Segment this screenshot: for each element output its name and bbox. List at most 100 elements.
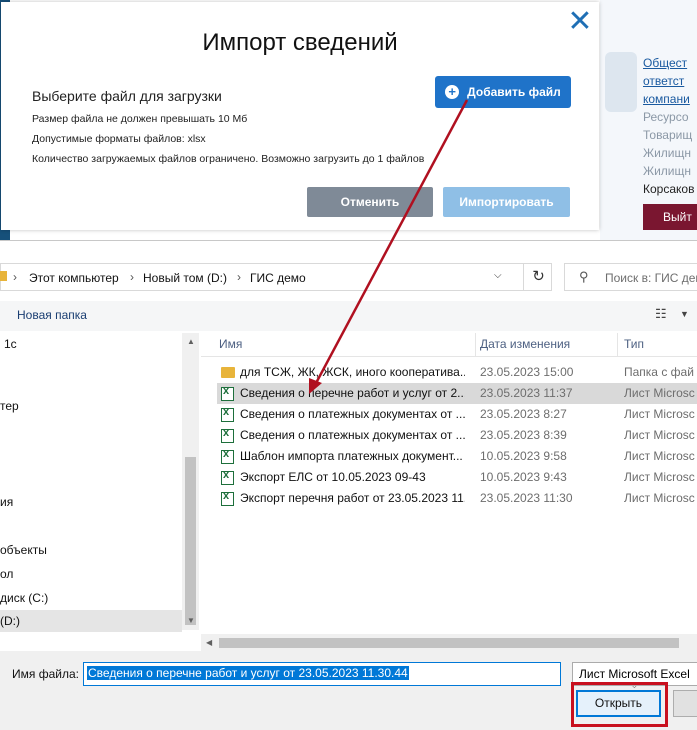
add-file-label: Добавить файл	[467, 85, 561, 99]
add-file-button[interactable]: + Добавить файл	[435, 76, 571, 108]
column-divider[interactable]	[475, 333, 476, 357]
background-text: Жилищн	[643, 164, 691, 178]
file-list-header: Имя Дата изменения Тип	[201, 333, 697, 357]
background-logout-button[interactable]: Выйт	[643, 204, 697, 230]
file-name: Сведения о перечне работ и услуг от 2...	[240, 386, 465, 400]
dialog-cancel-button[interactable]	[673, 690, 697, 717]
refresh-icon[interactable]: ↻	[523, 264, 553, 290]
file-open-dialog: › Этот компьютер › Новый том (D:) › ГИС …	[0, 240, 697, 730]
file-date: 23.05.2023 8:27	[480, 407, 567, 421]
scroll-down-icon[interactable]: ▼	[187, 616, 195, 625]
folder-icon	[221, 367, 235, 378]
chevron-right-icon: ›	[130, 270, 134, 284]
file-name: Шаблон импорта платежных документ...	[240, 449, 463, 463]
excel-file-icon	[221, 427, 234, 443]
background-text: Ресурсо	[643, 110, 689, 124]
breadcrumb-volume-d[interactable]: Новый том (D:)	[143, 271, 227, 285]
background-link[interactable]: компани	[643, 92, 690, 106]
chevron-down-icon[interactable]: ⌵	[494, 270, 502, 281]
filename-value: Сведения о перечне работ и услуг от 23.0…	[87, 666, 409, 680]
modal-title: Импорт сведений	[202, 29, 398, 56]
file-type: Лист Microsc	[624, 386, 695, 400]
excel-file-icon	[221, 469, 234, 485]
scroll-up-icon[interactable]: ▲	[187, 337, 195, 346]
filename-input[interactable]: Сведения о перечне работ и услуг от 23.0…	[83, 662, 638, 690]
nav-scrollbar[interactable]: ▲ ▼	[182, 333, 199, 630]
scroll-left-icon[interactable]: ◀	[206, 638, 212, 647]
import-button[interactable]: Импортировать	[443, 187, 570, 217]
open-button[interactable]: Открыть	[576, 690, 661, 717]
file-type: Папка с фай	[624, 365, 694, 379]
breadcrumb-this-computer[interactable]: Этот компьютер	[29, 271, 119, 285]
file-size-note: Размер файла не должен превышать 10 Мб	[32, 113, 248, 125]
excel-file-icon	[221, 406, 234, 422]
background-link[interactable]: Общест	[643, 56, 687, 70]
file-type: Лист Microsc	[624, 449, 695, 463]
list-item-file[interactable]: Шаблон импорта платежных документ... 10.…	[217, 446, 697, 467]
address-bar[interactable]: › Этот компьютер › Новый том (D:) › ГИС …	[0, 263, 552, 291]
cancel-button[interactable]: Отменить	[307, 187, 433, 217]
nav-item[interactable]: ол	[0, 563, 182, 585]
view-options-icon[interactable]: ☷	[655, 306, 667, 322]
nav-item[interactable]: 1с	[0, 333, 182, 355]
list-item-file[interactable]: Сведения о платежных документах от ... 2…	[217, 425, 697, 446]
file-date: 23.05.2023 11:30	[480, 491, 573, 505]
import-modal: ✕ Импорт сведений Выберите файл для загр…	[1, 2, 599, 230]
column-name[interactable]: Имя	[219, 337, 242, 351]
file-type: Лист Microsc	[624, 470, 695, 484]
list-item-file[interactable]: Сведения о перечне работ и услуг от 2...…	[217, 383, 697, 404]
file-date: 10.05.2023 9:43	[480, 470, 567, 484]
list-item-file[interactable]: Экспорт перечня работ от 23.05.2023 11..…	[217, 488, 697, 509]
file-name: Сведения о платежных документах от ...	[240, 428, 465, 442]
navigation-pane: 1с тер ия объекты ол диск (C:) (D:)	[0, 333, 182, 632]
file-type: Лист Microsc	[624, 491, 695, 505]
file-date: 23.05.2023 8:39	[480, 428, 567, 442]
list-item-folder[interactable]: для ТСЖ, ЖК, ЖСК, иного кооператива... 2…	[217, 362, 697, 383]
column-divider[interactable]	[617, 333, 618, 357]
file-name: Экспорт перечня работ от 23.05.2023 11..…	[240, 491, 465, 505]
background-user-name: Корсаков	[643, 182, 695, 196]
background-text: Жилищн	[643, 146, 691, 160]
search-input[interactable]: ⚲ Поиск в: ГИС демо	[564, 263, 697, 291]
file-type: Лист Microsc	[624, 428, 695, 442]
excel-file-icon	[221, 490, 234, 506]
nav-item-3d-objects[interactable]: объекты	[0, 539, 182, 561]
background-text: Товарищ	[643, 128, 693, 142]
file-list: для ТСЖ, ЖК, ЖСК, иного кооператива... 2…	[201, 362, 697, 632]
chevron-right-icon: ›	[13, 270, 17, 284]
nav-item-computer[interactable]: тер	[0, 395, 182, 417]
scrollbar-thumb[interactable]	[219, 638, 679, 648]
nav-item[interactable]: ия	[0, 491, 182, 513]
background-illustration-icon	[605, 52, 637, 112]
file-formats-note: Допустимые форматы файлов: xlsx	[32, 133, 206, 145]
file-name: Сведения о платежных документах от ...	[240, 407, 465, 421]
file-date: 23.05.2023 11:37	[480, 386, 573, 400]
modal-subtitle: Выберите файл для загрузки	[32, 88, 222, 104]
breadcrumb-gis-demo[interactable]: ГИС демо	[250, 271, 306, 285]
file-date: 10.05.2023 9:58	[480, 449, 567, 463]
chevron-down-icon[interactable]: ▼	[680, 309, 689, 319]
chevron-right-icon: ›	[237, 270, 241, 284]
column-date[interactable]: Дата изменения	[480, 337, 570, 351]
search-placeholder: Поиск в: ГИС демо	[605, 271, 697, 285]
new-folder-button[interactable]: Новая папка	[17, 308, 87, 322]
dialog-toolbar: Новая папка ☷ ▼	[0, 301, 697, 331]
file-date: 23.05.2023 15:00	[480, 365, 574, 379]
background-link[interactable]: ответст	[643, 74, 684, 88]
file-name: Экспорт ЕЛС от 10.05.2023 09-43	[240, 470, 426, 484]
file-type: Лист Microsc	[624, 407, 695, 421]
scrollbar-thumb[interactable]	[185, 457, 196, 625]
nav-item-disk-d[interactable]: (D:)	[0, 610, 182, 632]
folder-icon	[0, 271, 7, 281]
list-item-file[interactable]: Сведения о платежных документах от ... 2…	[217, 404, 697, 425]
excel-file-icon	[221, 448, 234, 464]
horizontal-scrollbar[interactable]: ◀	[201, 634, 697, 651]
file-count-note: Количество загружаемых файлов ограничено…	[32, 153, 425, 165]
nav-item-disk-c[interactable]: диск (C:)	[0, 587, 182, 609]
search-icon: ⚲	[579, 269, 589, 284]
column-type[interactable]: Тип	[624, 337, 644, 351]
file-name: для ТСЖ, ЖК, ЖСК, иного кооператива...	[240, 365, 465, 379]
excel-file-icon	[221, 385, 234, 401]
list-item-file[interactable]: Экспорт ЕЛС от 10.05.2023 09-43 10.05.20…	[217, 467, 697, 488]
filename-label: Имя файла:	[12, 667, 79, 681]
